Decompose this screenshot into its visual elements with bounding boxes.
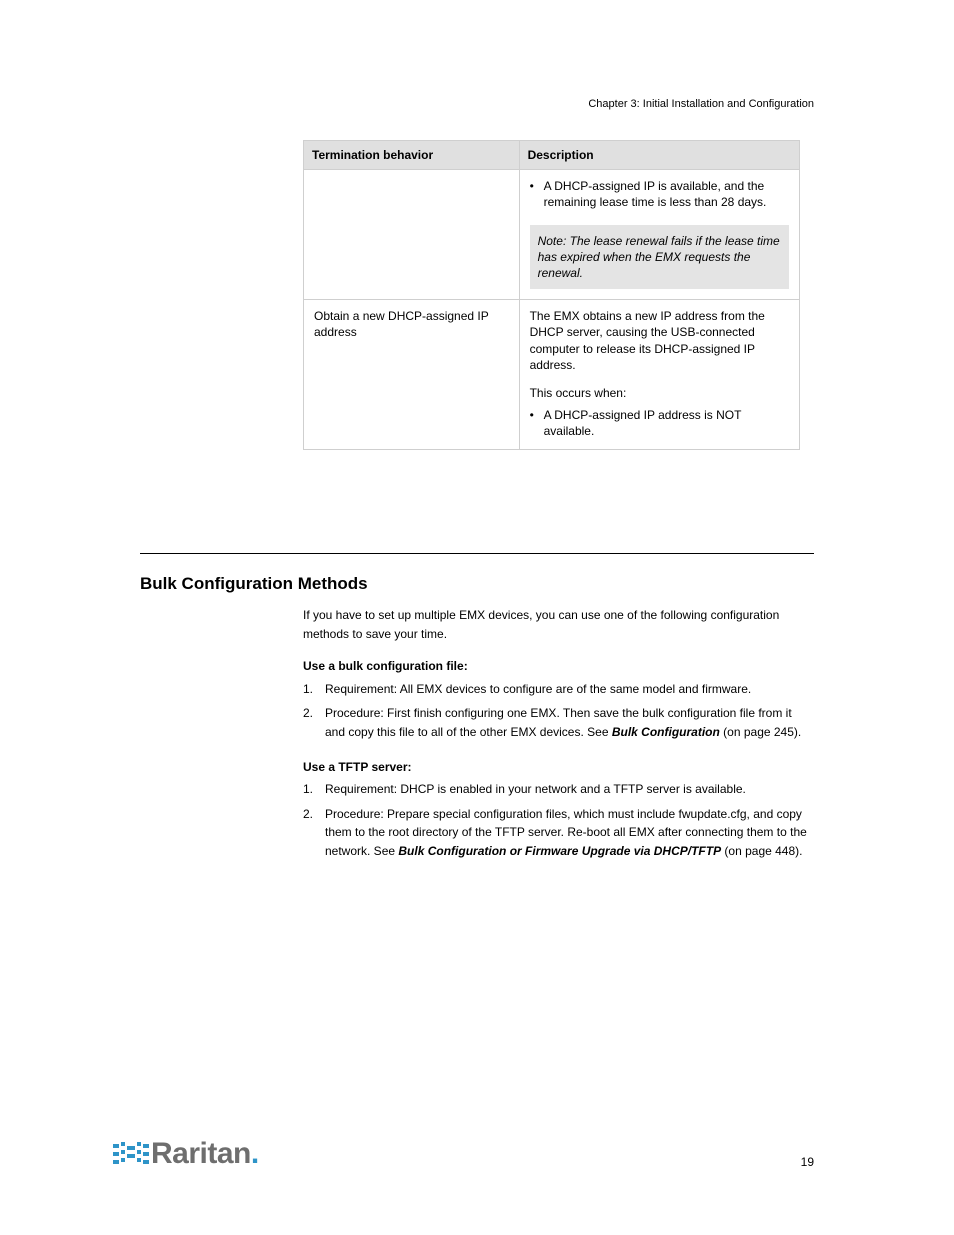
- section-rule: [140, 553, 814, 554]
- method2-step1: Requirement: DHCP is enabled in your net…: [325, 780, 813, 799]
- table-cell-r2c1: Obtain a new DHCP-assigned IP address: [304, 300, 520, 450]
- table-row: Obtain a new DHCP-assigned IP address Th…: [304, 300, 800, 450]
- table-r2-p2: This occurs when:: [530, 385, 789, 401]
- num-2: 2.: [303, 704, 325, 741]
- num-1b: 1.: [303, 780, 325, 799]
- body-text: If you have to set up multiple EMX devic…: [303, 606, 813, 867]
- brand-name: Raritan: [151, 1137, 251, 1171]
- chapter-header: Chapter 3: Initial Installation and Conf…: [588, 98, 814, 110]
- bullet-icon: •: [530, 178, 544, 210]
- table-header-col1: Termination behavior: [304, 141, 520, 170]
- table-cell-r1c2: • A DHCP-assigned IP is available, and t…: [519, 170, 799, 300]
- table-header-col2: Description: [519, 141, 799, 170]
- bullet-icon: •: [530, 407, 544, 439]
- table-r2-p1: The EMX obtains a new IP address from th…: [530, 308, 789, 373]
- raritan-mark-icon: [113, 1140, 149, 1168]
- num-2b: 2.: [303, 805, 325, 861]
- table-row: • A DHCP-assigned IP is available, and t…: [304, 170, 800, 300]
- table-cell-r1c1: [304, 170, 520, 300]
- table-r1-bullet1: A DHCP-assigned IP is available, and the…: [544, 178, 789, 210]
- method1-step1: Requirement: All EMX devices to configur…: [325, 680, 813, 699]
- table-header-row: Termination behavior Description: [304, 141, 800, 170]
- brand-dot-icon: .: [251, 1137, 259, 1171]
- method1-title: Use a bulk configuration file:: [303, 657, 813, 676]
- brand-logo: Raritan.: [113, 1137, 259, 1171]
- method1-step2: Procedure: First finish configuring one …: [325, 704, 813, 741]
- table-r1-note: Note: The lease renewal fails if the lea…: [530, 225, 789, 290]
- intro-paragraph: If you have to set up multiple EMX devic…: [303, 606, 813, 643]
- section-title: Bulk Configuration Methods: [140, 574, 368, 594]
- method2-title: Use a TFTP server:: [303, 758, 813, 777]
- table-r2-bullet1: A DHCP-assigned IP address is NOT availa…: [544, 407, 789, 439]
- method2-step2: Procedure: Prepare special configuration…: [325, 805, 813, 861]
- table-cell-r2c2: The EMX obtains a new IP address from th…: [519, 300, 799, 450]
- page-number: 19: [801, 1155, 814, 1169]
- link-bulk-configuration[interactable]: Bulk Configuration: [612, 725, 720, 739]
- termination-table: Termination behavior Description • A DHC…: [303, 140, 800, 450]
- link-bulk-dhcp-tftp[interactable]: Bulk Configuration or Firmware Upgrade v…: [398, 844, 721, 858]
- num-1: 1.: [303, 680, 325, 699]
